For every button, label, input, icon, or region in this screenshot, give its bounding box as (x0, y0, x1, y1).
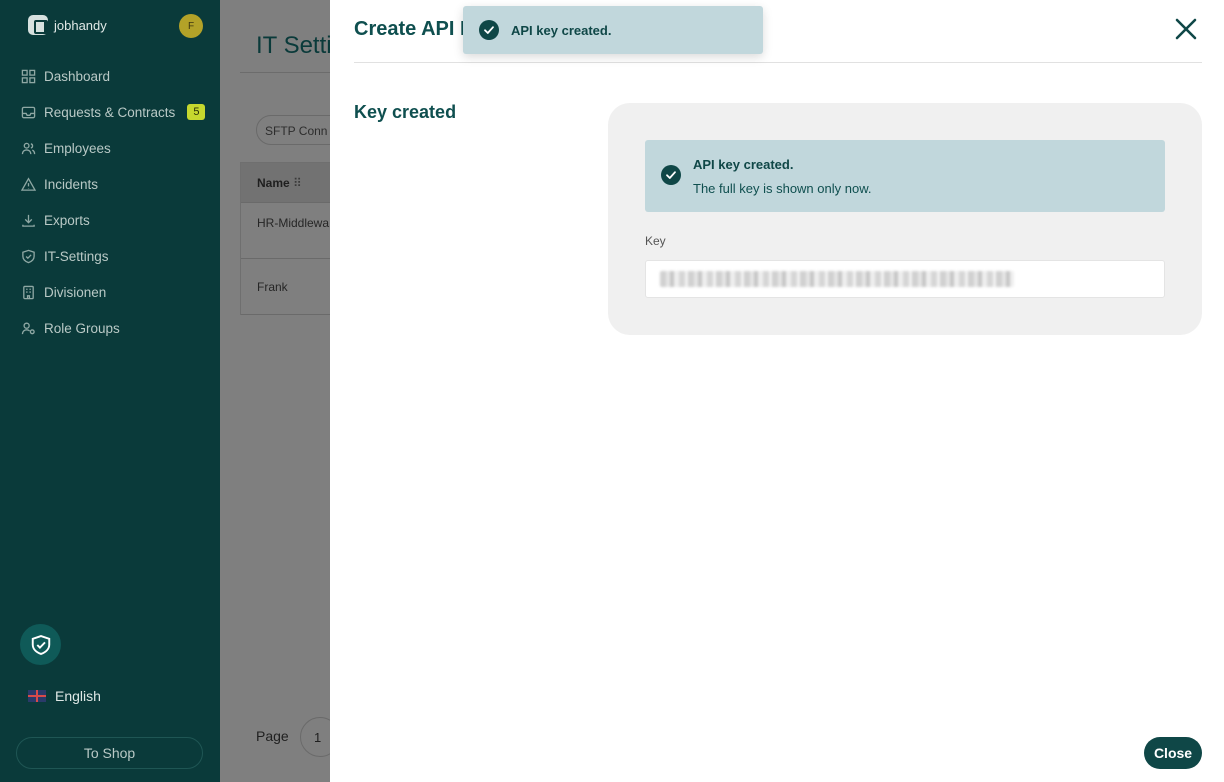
requests-count-badge: 5 (187, 104, 206, 120)
sidebar: jobhandy F Dashboard Requests & Contract… (0, 0, 220, 782)
role-icon (20, 320, 36, 336)
sidebar-item-employees[interactable]: Employees (20, 130, 210, 166)
check-circle-icon (479, 20, 499, 40)
drag-handle-icon: ⠿ (293, 176, 302, 190)
sidebar-nav: Dashboard Requests & Contracts 5 Employe… (20, 58, 210, 346)
sidebar-item-exports[interactable]: Exports (20, 202, 210, 238)
drawer-title: Create API K (354, 18, 475, 40)
brand[interactable]: jobhandy (28, 15, 107, 35)
alert-message: The full key is shown only now. (693, 181, 872, 196)
sidebar-item-label: Incidents (44, 176, 99, 192)
key-created-card: API key created. The full key is shown o… (608, 103, 1202, 335)
dashboard-icon (20, 68, 36, 84)
security-shield-button[interactable] (20, 624, 61, 665)
api-key-field[interactable] (645, 260, 1165, 298)
download-icon (20, 212, 36, 228)
avatar[interactable]: F (179, 14, 203, 38)
sidebar-item-label: Role Groups (44, 320, 120, 336)
key-field-label: Key (645, 234, 666, 248)
building-icon (20, 284, 36, 300)
success-alert: API key created. The full key is shown o… (645, 140, 1165, 212)
jobhandy-logo-icon (28, 15, 48, 35)
language-label: English (55, 688, 101, 704)
check-circle-icon (661, 165, 681, 185)
sftp-connection-tab[interactable]: SFTP Conn (256, 115, 330, 145)
sidebar-item-requests-contracts[interactable]: Requests & Contracts 5 (20, 94, 210, 130)
pagination-label: Page (256, 728, 289, 744)
sidebar-item-it-settings[interactable]: IT-Settings (20, 238, 210, 274)
sidebar-item-role-groups[interactable]: Role Groups (20, 310, 210, 346)
sidebar-item-label: Employees (44, 140, 111, 156)
brand-name: jobhandy (54, 17, 107, 33)
warning-icon (20, 176, 36, 192)
table-header-label: Name (257, 176, 290, 190)
sidebar-item-label: Divisionen (44, 284, 107, 300)
pagination-page-input[interactable]: 1 (300, 717, 330, 757)
close-button[interactable]: Close (1144, 737, 1202, 769)
to-shop-button[interactable]: To Shop (16, 737, 203, 769)
background-page-overlay: IT Setti SFTP Conn Name ⠿ HR-Middlewa Pr… (220, 0, 330, 782)
sidebar-item-divisionen[interactable]: Divisionen (20, 274, 210, 310)
sidebar-item-incidents[interactable]: Incidents (20, 166, 210, 202)
section-label: Key created (354, 102, 457, 122)
uk-flag-icon (28, 690, 46, 702)
divider (240, 72, 330, 73)
create-api-key-drawer: Create API K Key created API key created… (330, 0, 1224, 782)
page-title: IT Setti (256, 32, 330, 59)
users-icon (20, 140, 36, 156)
table-row[interactable]: HR-Middlewa Production (241, 203, 330, 259)
inbox-icon (20, 104, 36, 120)
redacted-key-value (660, 271, 1014, 287)
sidebar-item-label: Exports (44, 212, 90, 228)
alert-title: API key created. (693, 157, 794, 172)
toast-message: API key created. (511, 23, 612, 38)
shield-icon (20, 248, 36, 264)
table-header-name[interactable]: Name ⠿ (241, 163, 330, 203)
sidebar-item-label: Requests & Contracts (44, 104, 176, 120)
sidebar-item-label: IT-Settings (44, 248, 109, 264)
language-selector[interactable]: English (28, 688, 101, 704)
sidebar-item-dashboard[interactable]: Dashboard (20, 58, 210, 94)
shield-check-icon (31, 634, 50, 655)
divider (354, 62, 1202, 63)
table-row[interactable]: Frank (241, 259, 330, 315)
sidebar-item-label: Dashboard (44, 68, 111, 84)
close-icon[interactable] (1175, 18, 1197, 40)
success-toast: API key created. (463, 6, 763, 54)
api-keys-table: Name ⠿ HR-Middlewa Production Frank (240, 162, 330, 315)
